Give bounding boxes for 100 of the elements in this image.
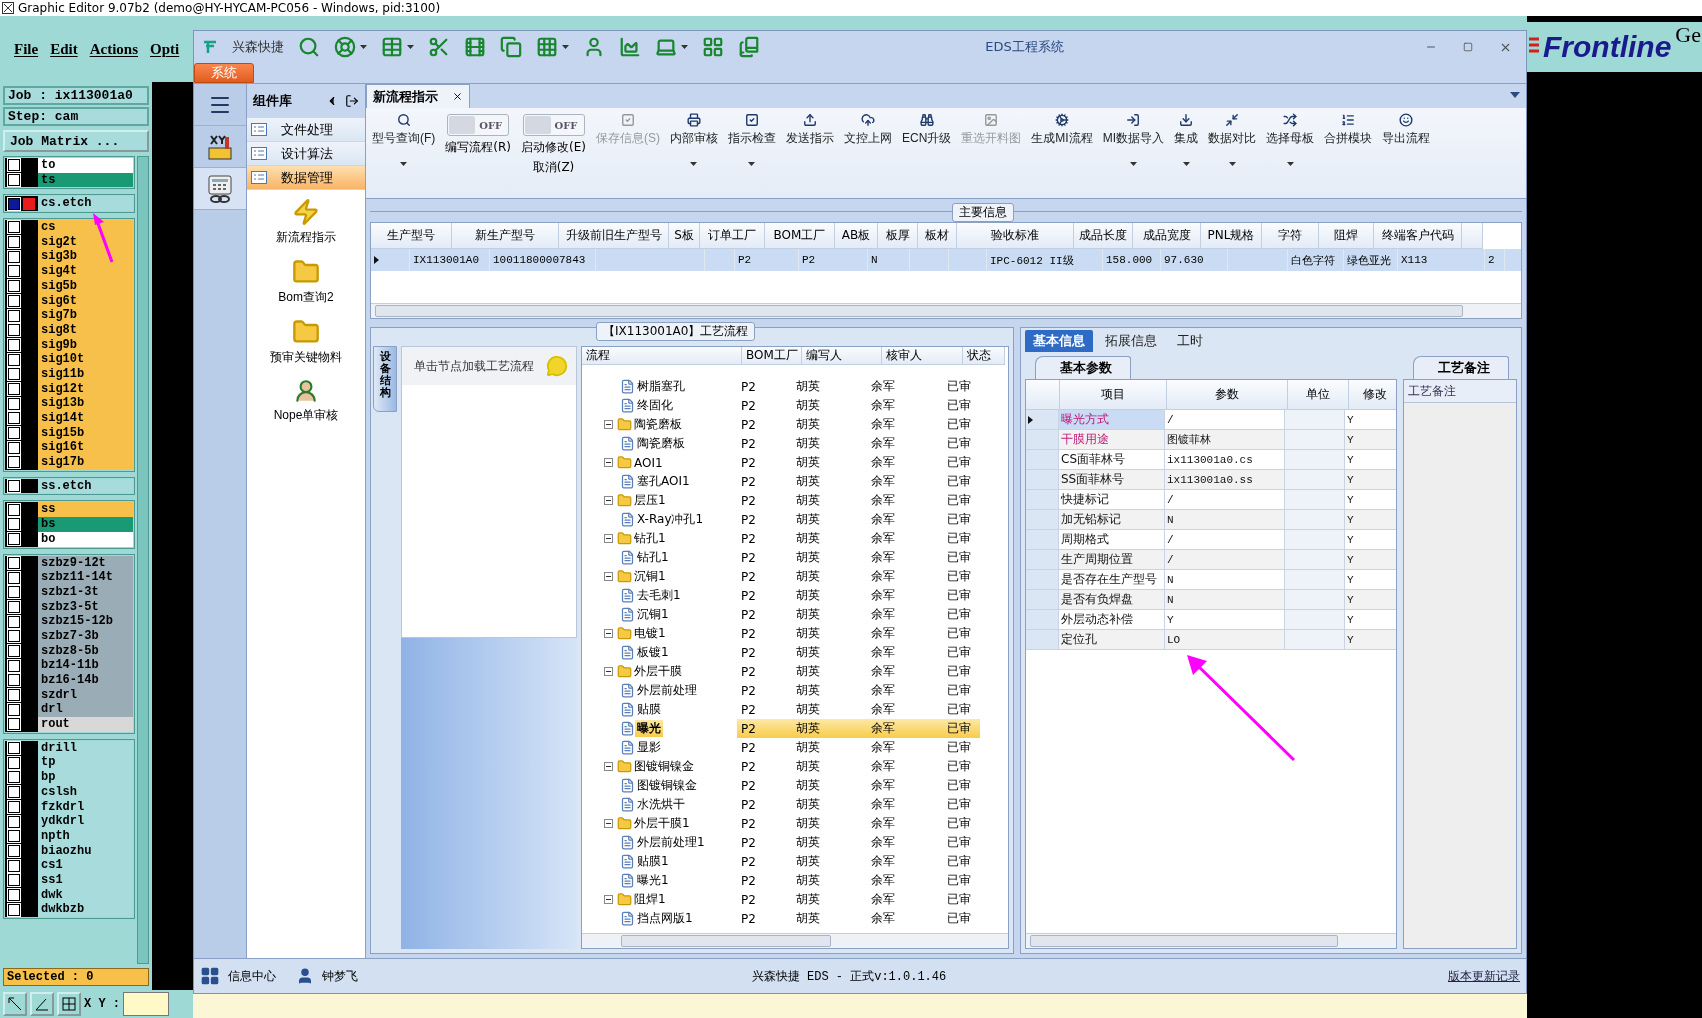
collapse-toggle[interactable]	[604, 420, 613, 429]
copy-icon[interactable]	[500, 36, 522, 58]
layer-item[interactable]: to	[38, 158, 133, 173]
table-row[interactable]: 快捷标记 / Y	[1026, 490, 1396, 510]
tool-item[interactable]: Nope单审核	[247, 370, 365, 428]
tab[interactable]: 拓展信息	[1097, 330, 1165, 352]
table-row[interactable]: CS面菲林号 ix113001a0.cs Y	[1026, 450, 1396, 470]
table-row[interactable]: 曝光方式 / Y	[1026, 410, 1396, 430]
layer-checkbox[interactable]	[8, 888, 20, 901]
collapse-toggle[interactable]	[604, 458, 613, 467]
layer-checkbox[interactable]	[8, 368, 20, 381]
ribbon-button[interactable]: 生成MI流程	[1027, 110, 1097, 150]
layer-checkbox[interactable]	[8, 250, 20, 263]
layer-item[interactable]: dwkbzb	[38, 902, 133, 917]
collapse-toggle[interactable]	[604, 819, 613, 828]
laptop-icon[interactable]	[655, 36, 677, 58]
layer-item[interactable]: bs	[38, 517, 133, 532]
layer-item[interactable]: bp	[38, 770, 133, 785]
menu-item[interactable]: Actions	[89, 40, 138, 58]
layer-checkbox[interactable]	[8, 382, 20, 395]
job-matrix-button[interactable]: Job Matrix ...	[3, 130, 149, 152]
tab[interactable]: 基本信息	[1025, 330, 1093, 352]
table-row[interactable]: 周期格式 / Y	[1026, 530, 1396, 550]
ribbon-button[interactable]: 文控上网	[840, 110, 896, 150]
layer-checkbox[interactable]	[8, 815, 20, 828]
layer-item[interactable]: sig7b	[38, 308, 133, 323]
tree-row[interactable]: 沉铜1 P2 胡英 余军 已审	[582, 605, 1008, 624]
layer-checkbox[interactable]	[8, 456, 20, 469]
table-row[interactable]: 加无铅标记 N Y	[1026, 510, 1396, 530]
collapse-toggle[interactable]	[604, 572, 613, 581]
menu-item[interactable]: Edit	[50, 40, 78, 58]
tab[interactable]: 工时	[1169, 330, 1211, 352]
zoom-tool-button[interactable]	[3, 992, 27, 1016]
close-icon[interactable]	[452, 91, 463, 102]
tree-row[interactable]: AOI1 P2 胡英 余军 已审	[582, 453, 1008, 472]
measure-tool-button[interactable]	[30, 992, 54, 1016]
layer-item[interactable]: bz16-14b	[38, 673, 133, 688]
table-row[interactable]: 外层动态补偿 Y Y	[1026, 610, 1396, 630]
tool-item[interactable]: 新流程指示	[247, 190, 365, 250]
layer-checkbox[interactable]	[8, 689, 20, 702]
horizontal-scrollbar[interactable]	[582, 933, 1008, 948]
layer-item[interactable]: sig14t	[38, 411, 133, 426]
tree-row[interactable]: 显影 P2 胡英 余军 已审	[582, 738, 1008, 757]
menu-item[interactable]: File	[14, 40, 39, 58]
ribbon-button[interactable]: 集成	[1170, 110, 1202, 169]
layer-checkbox[interactable]	[8, 742, 20, 755]
collapse-toggle[interactable]	[604, 534, 613, 543]
tree-row[interactable]: 挡点网版1 P2 胡英 余军 已审	[582, 909, 1008, 928]
layer-checkbox[interactable]	[8, 294, 20, 307]
grid-icon[interactable]	[536, 36, 558, 58]
tree-row[interactable]: 板镀1 P2 胡英 余军 已审	[582, 643, 1008, 662]
table-row[interactable]: 干膜用途 图镀菲林 Y	[1026, 430, 1396, 450]
tree-row[interactable]: 塞孔AOI1 P2 胡英 余军 已审	[582, 472, 1008, 491]
info-center-button[interactable]: 信息中心	[200, 966, 288, 986]
scrollbar[interactable]	[137, 156, 149, 964]
table-row[interactable]: 定位孔 LO Y	[1026, 630, 1396, 650]
layer-checkbox[interactable]	[8, 441, 20, 454]
collapse-toggle[interactable]	[604, 667, 613, 676]
table-row[interactable]: IX113001A0 10011800007843 P2 P2 N IPC-6012 II级 158.000 97.630 白色字符 绿色亚光 X113 2	[371, 249, 1521, 271]
table-icon[interactable]	[381, 36, 403, 58]
layer-checkbox[interactable]	[8, 674, 20, 687]
layer-checkbox[interactable]	[8, 556, 20, 569]
tree-row[interactable]: 图镀铜镍金 P2 胡英 余军 已审	[582, 757, 1008, 776]
tree-row[interactable]: 陶瓷磨板 P2 胡英 余军 已审	[582, 434, 1008, 453]
layer-checkbox[interactable]	[8, 280, 20, 293]
layer-checkbox[interactable]	[8, 756, 20, 769]
sub-tab[interactable]: 工艺备注	[1413, 356, 1509, 379]
collapse-toggle[interactable]	[604, 629, 613, 638]
layer-checkbox[interactable]	[8, 397, 20, 410]
layer-checkbox[interactable]	[8, 236, 20, 249]
area-chart-icon[interactable]	[619, 36, 641, 58]
changelog-link[interactable]: 版本更新记录	[1448, 967, 1520, 985]
ribbon-button[interactable]: 发送指示	[782, 110, 838, 150]
layer-checkbox[interactable]	[8, 586, 20, 599]
tree-row[interactable]: X-Ray冲孔1 P2 胡英 余军 已审	[582, 510, 1008, 529]
layer-item[interactable]: sig4t	[38, 264, 133, 279]
layer-checkbox[interactable]	[8, 159, 20, 172]
tree-row[interactable]: 水洗烘干 P2 胡英 余军 已审	[582, 795, 1008, 814]
table-row[interactable]: SS面菲林号 ix113001a0.ss Y	[1026, 470, 1396, 490]
search-icon[interactable]	[298, 36, 320, 58]
layer-item[interactable]: rout	[38, 717, 133, 732]
layer-item[interactable]: drl	[38, 702, 133, 718]
collapse-toggle[interactable]	[604, 895, 613, 904]
ribbon-button[interactable]: 内部审核	[666, 110, 722, 169]
layer-item[interactable]: drill	[38, 740, 133, 756]
tree-row[interactable]: 沉铜1 P2 胡英 余军 已审	[582, 567, 1008, 586]
layer-item[interactable]: cs	[38, 220, 133, 235]
tree-row[interactable]: 图镀铜镍金 P2 胡英 余军 已审	[582, 776, 1008, 795]
layer-checkbox[interactable]	[8, 859, 20, 872]
toggle-switch[interactable]: OFF	[447, 114, 510, 136]
tree-row[interactable]: 外层干膜 P2 胡英 余军 已审	[582, 662, 1008, 681]
tree-row[interactable]: 树脂塞孔 P2 胡英 余军 已审	[582, 377, 1008, 396]
user-button[interactable]: 钟梦飞	[296, 967, 370, 985]
category-item[interactable]: 文件处理	[247, 118, 365, 142]
tree-row[interactable]: 层压1 P2 胡英 余军 已审	[582, 491, 1008, 510]
layer-checkbox[interactable]	[8, 800, 20, 813]
ribbon-button[interactable]: MI数据导入	[1098, 110, 1168, 169]
book-copy-icon[interactable]	[738, 36, 760, 58]
horizontal-scrollbar[interactable]	[371, 303, 1521, 318]
scissors-icon[interactable]	[428, 36, 450, 58]
